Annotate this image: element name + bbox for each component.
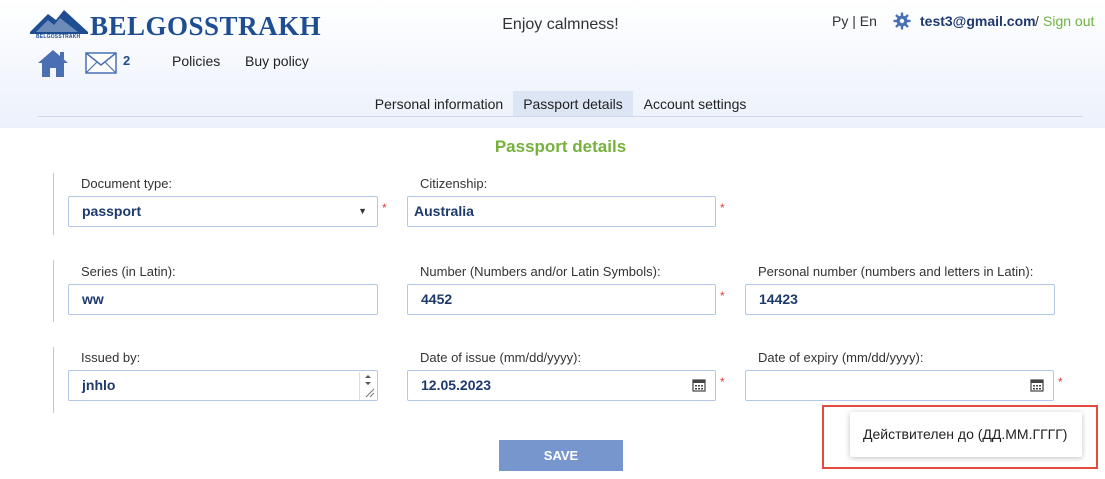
series-label: Series (in Latin):	[81, 264, 176, 279]
home-icon[interactable]	[36, 48, 70, 78]
logo-small-text: BELGOSSTRAKH	[36, 34, 81, 40]
issued-by-value: jnhlo	[82, 377, 116, 393]
row-indicator	[53, 173, 54, 235]
required-mark: *	[720, 289, 725, 303]
lang-en-link[interactable]: En	[860, 13, 877, 29]
passport-details-page: BELGOSSTRAKH BELGOSSTRAKH 2 Policies Buy…	[0, 0, 1105, 479]
date-of-issue-input[interactable]: 12.05.2023	[407, 370, 716, 401]
lang-separator: |	[852, 13, 856, 29]
calendar-icon[interactable]	[692, 378, 706, 392]
series-input[interactable]: ww	[68, 284, 378, 315]
mail-count-badge: 2	[123, 53, 131, 68]
citizenship-input[interactable]: Australia	[407, 196, 716, 227]
required-mark: *	[720, 375, 725, 389]
calendar-icon[interactable]	[1030, 378, 1044, 392]
document-type-label: Document type:	[81, 176, 173, 191]
required-mark: *	[720, 201, 725, 215]
section-title: Passport details	[494, 137, 627, 156]
date-of-issue-value: 12.05.2023	[421, 377, 492, 393]
language-switcher: Ру | En	[832, 13, 877, 29]
required-mark: *	[382, 201, 387, 215]
number-input[interactable]: 4452	[407, 284, 716, 315]
personal-number-input[interactable]: 14423	[745, 284, 1055, 315]
user-email[interactable]: test3@gmail.com	[920, 13, 1036, 29]
nav-buy-policy[interactable]: Buy policy	[245, 53, 309, 69]
sign-out-link[interactable]: Sign out	[1043, 13, 1094, 29]
profile-tabs: Personal information Passport details Ac…	[0, 91, 1105, 117]
date-of-expiry-label: Date of expiry (mm/dd/yyyy):	[758, 350, 924, 365]
issued-by-label: Issued by:	[81, 350, 141, 365]
gear-icon[interactable]	[893, 12, 911, 30]
lang-ru-link[interactable]: Ру	[832, 13, 848, 29]
issued-by-textarea[interactable]: jnhlo	[68, 370, 378, 401]
row-indicator	[53, 260, 54, 322]
number-label: Number (Numbers and/or Latin Symbols):	[420, 264, 661, 279]
required-mark: *	[1058, 375, 1063, 389]
citizenship-label: Citizenship:	[420, 176, 488, 191]
number-value: 4452	[421, 291, 453, 307]
tab-account-settings[interactable]: Account settings	[639, 91, 751, 117]
chevron-down-icon: ▼	[358, 206, 367, 216]
nav-policies[interactable]: Policies	[172, 53, 220, 69]
personal-number-value: 14423	[759, 291, 798, 307]
mail-icon[interactable]	[85, 52, 117, 74]
row-indicator	[53, 347, 54, 413]
save-button[interactable]: SAVE	[499, 440, 623, 471]
date-of-issue-label: Date of issue (mm/dd/yyyy):	[420, 350, 582, 365]
date-of-expiry-input[interactable]	[745, 370, 1054, 401]
citizenship-value: Australia	[414, 203, 474, 219]
personal-number-label: Personal number (numbers and letters in …	[758, 264, 1034, 279]
series-value: ww	[82, 291, 104, 307]
document-type-select[interactable]: passport ▼	[68, 196, 378, 227]
user-separator: /	[1035, 13, 1039, 29]
document-type-value: passport	[82, 203, 142, 219]
date-of-expiry-tooltip: Действителен до (ДД.ММ.ГГГГ)	[850, 412, 1082, 457]
tab-passport-details[interactable]: Passport details	[513, 91, 633, 117]
textarea-resize-handle[interactable]	[359, 372, 376, 400]
tab-personal-information[interactable]: Personal information	[370, 91, 508, 117]
tabs-divider	[38, 116, 1083, 117]
